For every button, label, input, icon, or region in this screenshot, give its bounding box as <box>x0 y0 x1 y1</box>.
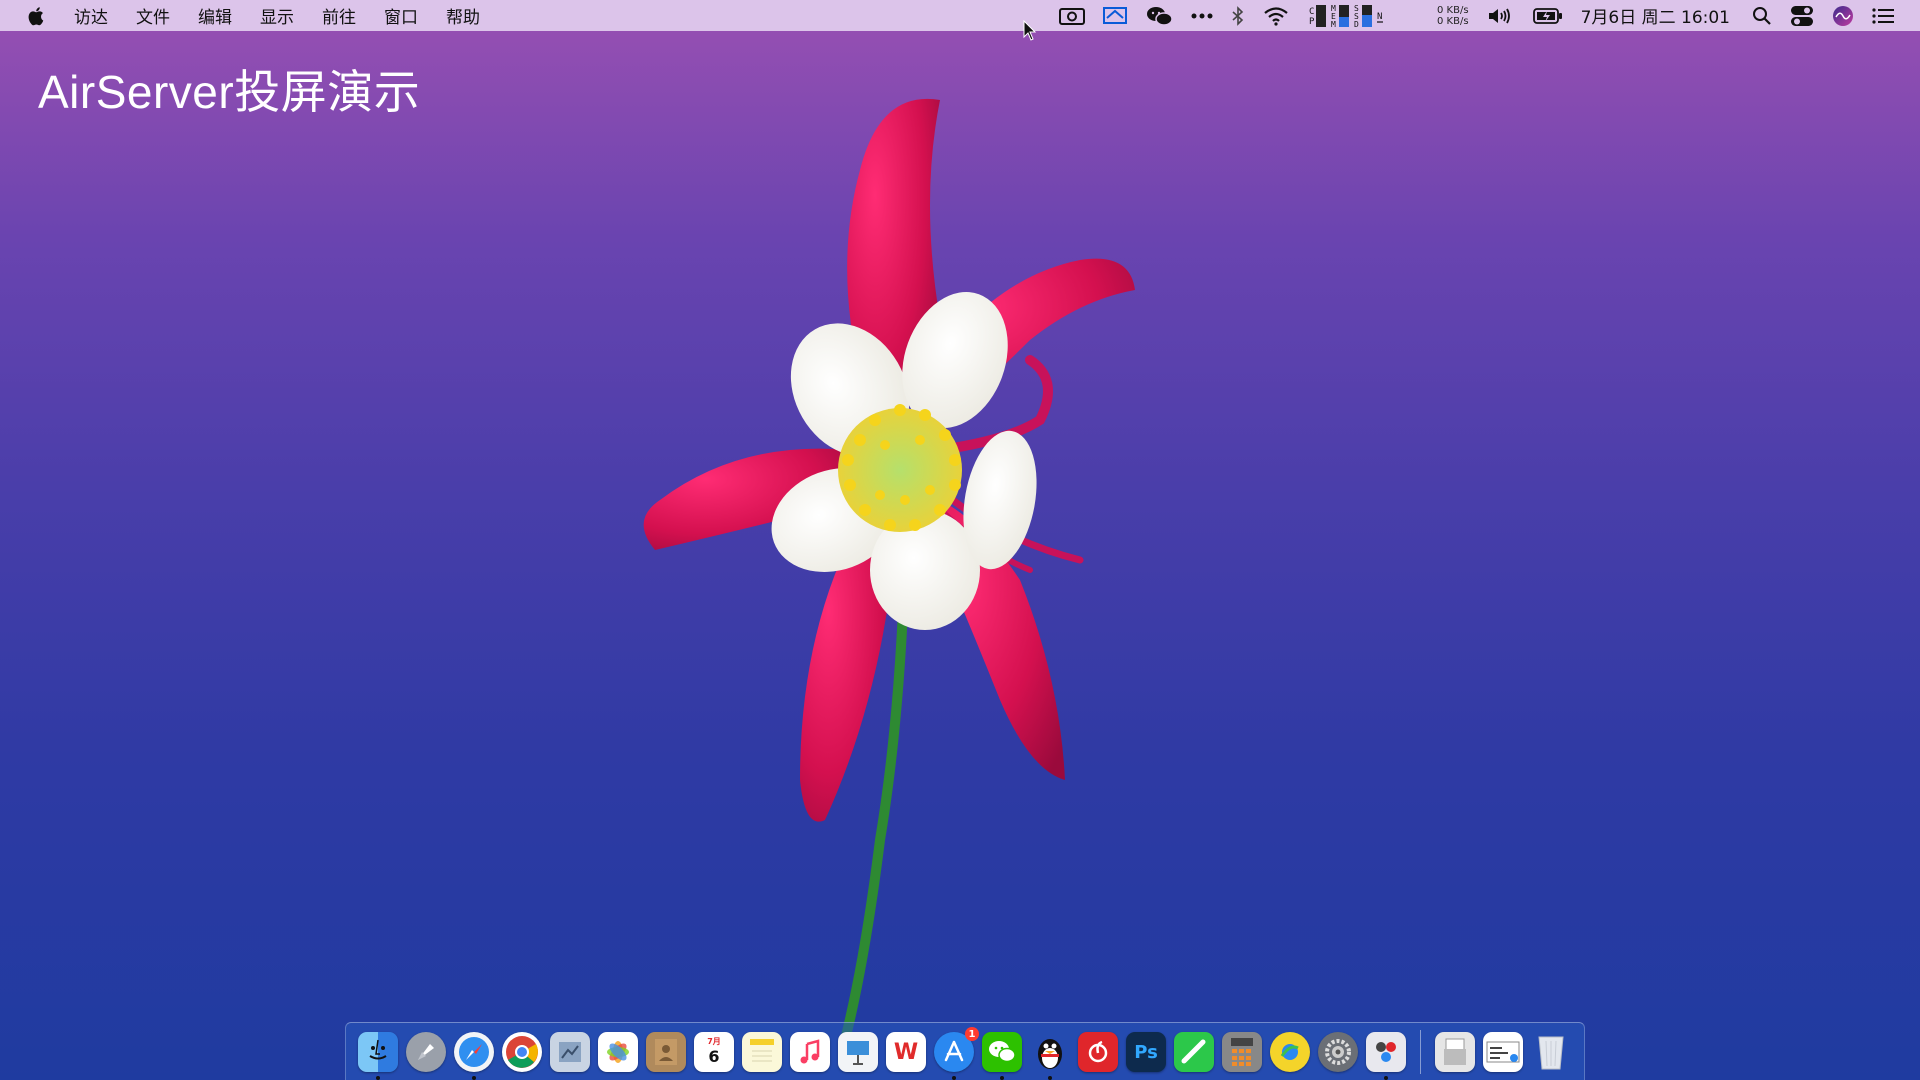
launchpad-icon[interactable] <box>406 1032 446 1072</box>
svg-text:P: P <box>1309 17 1315 27</box>
net-download: 0 KB/s <box>1437 15 1469 27</box>
network-speed[interactable]: 0 KB/s 0 KB/s <box>1437 5 1469 27</box>
mouse-cursor-icon <box>1023 20 1037 41</box>
calendar-month: 7月 <box>707 1037 721 1046</box>
menu-finder[interactable]: 访达 <box>74 3 108 28</box>
contacts-icon[interactable] <box>646 1032 686 1072</box>
menu-file[interactable]: 文件 <box>136 3 170 28</box>
wifi-icon[interactable] <box>1263 0 1289 31</box>
svg-text:M: M <box>1331 20 1336 29</box>
photoshop-label: Ps <box>1134 1041 1158 1063</box>
finder-icon[interactable] <box>358 1032 398 1080</box>
search-icon[interactable] <box>1752 0 1772 31</box>
battery-icon[interactable] <box>1532 0 1563 31</box>
preview-icon[interactable] <box>550 1032 590 1072</box>
menu-bar-left: 访达 文件 编辑 显示 前往 窗口 帮助 <box>0 0 508 31</box>
photoshop-icon[interactable]: Ps <box>1126 1032 1166 1072</box>
running-indicator <box>1000 1076 1004 1080</box>
photos-icon[interactable] <box>598 1032 638 1072</box>
menu-view[interactable]: 显示 <box>260 3 294 28</box>
notification-center-icon[interactable] <box>1872 0 1894 31</box>
cpu-memory-monitor-icon[interactable]: C P M E M S S D N <box>1307 0 1419 31</box>
downloads-stack-icon[interactable] <box>1483 1032 1523 1072</box>
menu-bar: 访达 文件 编辑 显示 前往 窗口 帮助 C P M E M S S D N 0… <box>0 0 1920 31</box>
running-indicator <box>1384 1076 1388 1080</box>
dock-separator <box>1420 1030 1421 1074</box>
notes-icon[interactable] <box>742 1032 782 1072</box>
wps-label: W <box>893 1039 919 1065</box>
wechat-icon[interactable] <box>1145 0 1173 31</box>
svg-text:N: N <box>1377 12 1382 22</box>
running-indicator <box>472 1076 476 1080</box>
qq-browser-icon[interactable] <box>1270 1032 1310 1072</box>
system-preferences-icon[interactable] <box>1318 1032 1358 1072</box>
calculator-icon[interactable] <box>1222 1032 1262 1072</box>
keynote-icon[interactable] <box>838 1032 878 1072</box>
overlay-title: AirServer投屏演示 <box>38 66 421 118</box>
clock[interactable]: 7月6日 周二 16:01 <box>1581 3 1730 28</box>
qq-icon[interactable] <box>1030 1032 1070 1080</box>
wps-icon[interactable]: W <box>886 1032 926 1072</box>
screen-record-icon[interactable] <box>1059 0 1086 31</box>
airserver-app-icon[interactable] <box>1366 1032 1406 1080</box>
facetime-icon[interactable] <box>1174 1032 1214 1072</box>
running-indicator <box>952 1076 956 1080</box>
chrome-icon[interactable] <box>502 1032 542 1072</box>
menu-go[interactable]: 前往 <box>322 3 356 28</box>
app-store-badge: 1 <box>965 1027 979 1041</box>
apple-icon[interactable] <box>26 5 48 27</box>
wechat-app-icon[interactable] <box>982 1032 1022 1080</box>
volume-icon[interactable] <box>1487 0 1515 31</box>
music-icon[interactable] <box>790 1032 830 1072</box>
running-indicator <box>1048 1076 1052 1080</box>
desktop[interactable]: 访达 文件 编辑 显示 前往 窗口 帮助 C P M E M S S D N 0… <box>0 0 1920 1080</box>
running-indicator <box>376 1076 380 1080</box>
menu-bar-right: C P M E M S S D N 0 KB/s 0 KB/s 7月6日 周二 … <box>1041 0 1920 31</box>
control-center-icon[interactable] <box>1790 0 1814 31</box>
netease-music-icon[interactable] <box>1078 1032 1118 1072</box>
menu-help[interactable]: 帮助 <box>446 3 480 28</box>
safari-icon[interactable] <box>454 1032 494 1080</box>
menu-window[interactable]: 窗口 <box>384 3 418 28</box>
net-upload: 0 KB/s <box>1437 4 1469 16</box>
trash-icon[interactable] <box>1531 1032 1571 1072</box>
wallpaper-flower-image <box>643 98 1135 1040</box>
more-icon[interactable] <box>1191 0 1213 31</box>
app-store-icon[interactable]: 1 <box>934 1027 979 1080</box>
svg-text:D: D <box>1354 20 1359 29</box>
svg-text:C: C <box>1309 7 1314 17</box>
bluetooth-icon[interactable] <box>1231 0 1245 31</box>
calendar-day: 6 <box>708 1047 720 1066</box>
calendar-icon[interactable]: 7月 6 <box>694 1032 734 1072</box>
dock: 7月 6 W 1 Ps <box>345 1022 1585 1080</box>
siri-icon[interactable] <box>1832 0 1854 31</box>
menu-edit[interactable]: 编辑 <box>198 3 232 28</box>
documents-stack-icon[interactable] <box>1435 1032 1475 1072</box>
airserver-icon[interactable] <box>1103 0 1128 31</box>
